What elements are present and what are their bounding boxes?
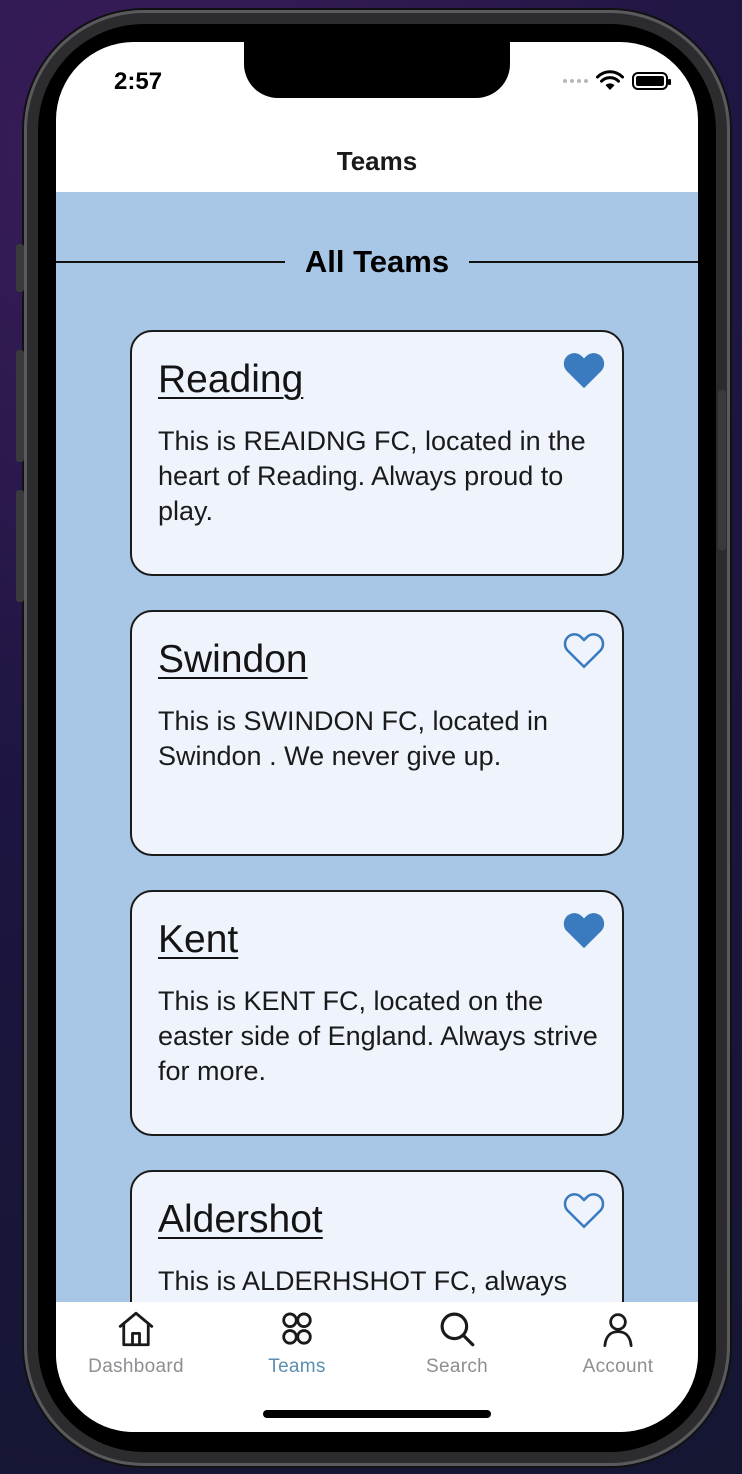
team-card-kent[interactable]: Kent This is KENT FC, located on the eas… <box>130 890 624 1136</box>
heart-filled-icon[interactable] <box>562 350 606 390</box>
app-screen: 2:57 Teams All Teams Reading This is REA… <box>56 42 698 1432</box>
home-indicator[interactable] <box>263 1410 491 1418</box>
tab-teams[interactable]: Teams <box>217 1308 377 1388</box>
team-name[interactable]: Kent <box>158 918 238 962</box>
heart-filled-icon[interactable] <box>562 910 606 950</box>
heart-outline-icon[interactable] <box>562 630 606 670</box>
team-description: This is REAIDNG FC, located in the heart… <box>158 426 586 526</box>
teams-icon <box>282 1312 312 1345</box>
team-card-reading[interactable]: Reading This is REAIDNG FC, located in t… <box>130 330 624 576</box>
tab-label: Account <box>582 1356 654 1377</box>
team-description: This is KENT FC, located on the easter s… <box>158 986 598 1086</box>
tab-account[interactable]: Account <box>538 1308 698 1388</box>
search-icon <box>440 1312 475 1347</box>
tab-label: Dashboard <box>88 1356 184 1377</box>
section-title: All Teams <box>304 244 450 279</box>
team-name[interactable]: Swindon <box>158 638 308 682</box>
team-card-aldershot[interactable]: Aldershot This is ALDERHSHOT FC, always <box>130 1170 624 1302</box>
team-description: This is ALDERHSHOT FC, always <box>158 1266 568 1296</box>
tab-label: Search <box>425 1356 488 1377</box>
tab-search[interactable]: Search <box>377 1308 537 1388</box>
heart-outline-icon[interactable] <box>562 1190 606 1230</box>
section-header: All Teams <box>56 240 698 284</box>
power-button <box>718 390 726 550</box>
teams-list[interactable]: All Teams Reading This is REAIDNG FC, lo… <box>56 192 698 1302</box>
tab-dashboard[interactable]: Dashboard <box>56 1308 216 1388</box>
person-icon <box>603 1313 633 1348</box>
team-name[interactable]: Reading <box>158 358 303 402</box>
mute-switch <box>16 244 24 292</box>
tab-label: Teams <box>268 1356 326 1377</box>
team-description: This is SWINDON FC, located in Swindon .… <box>158 706 549 771</box>
wifi-icon <box>596 70 624 90</box>
volume-up-button <box>16 350 24 462</box>
status-icons <box>563 70 671 92</box>
home-icon <box>118 1311 154 1347</box>
divider <box>469 261 698 263</box>
team-card-swindon[interactable]: Swindon This is SWINDON FC, located in S… <box>130 610 624 856</box>
divider <box>56 261 285 263</box>
cellular-signal-icon <box>563 79 588 83</box>
battery-icon <box>632 72 671 90</box>
notch <box>244 42 510 98</box>
team-name[interactable]: Aldershot <box>158 1198 323 1242</box>
status-time: 2:57 <box>114 68 163 95</box>
page-title: Teams <box>336 145 418 176</box>
volume-down-button <box>16 490 24 602</box>
